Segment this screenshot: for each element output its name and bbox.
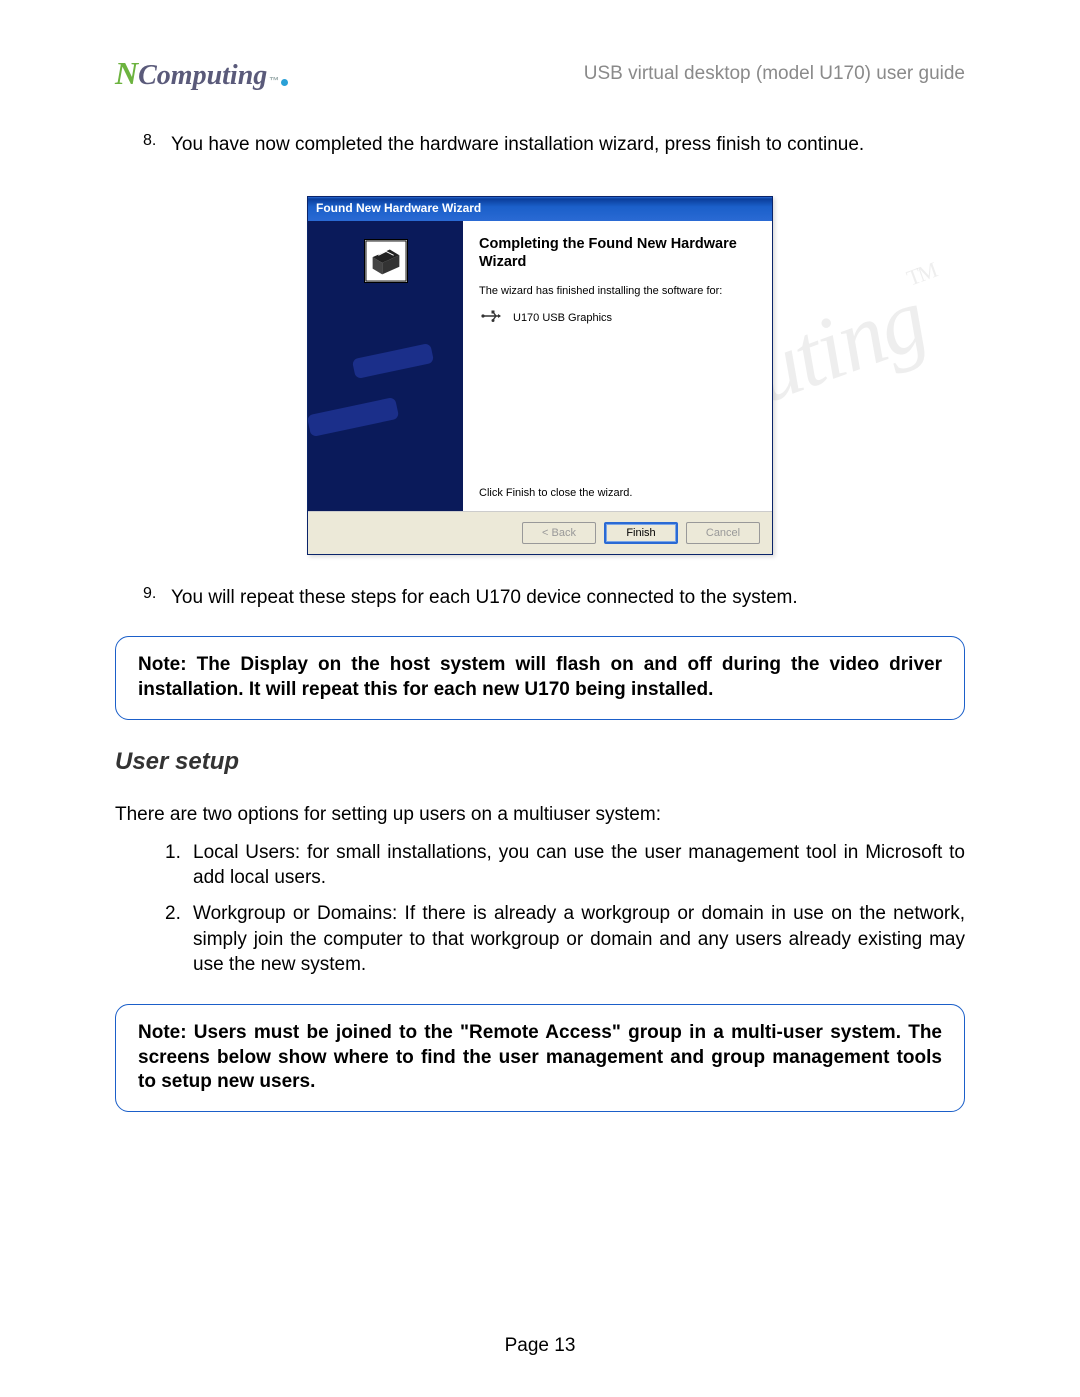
wizard-device-name: U170 USB Graphics <box>513 312 612 324</box>
step-8: 8. You have now completed the hardware i… <box>143 132 965 158</box>
doc-title: USB virtual desktop (model U170) user gu… <box>584 63 965 85</box>
option-number: 2. <box>165 901 193 978</box>
step-number: 8. <box>143 132 171 158</box>
wizard-titlebar: Found New Hardware Wizard <box>308 197 772 221</box>
logo: NComputing™ <box>115 55 288 92</box>
logo-text: Computing <box>138 60 267 92</box>
usb-icon <box>481 309 501 328</box>
option-text: Workgroup or Domains: If there is alread… <box>193 901 965 978</box>
logo-tm: ™ <box>269 76 279 87</box>
step-text: You will repeat these steps for each U17… <box>171 585 965 611</box>
option-local-users: 1. Local Users: for small installations,… <box>165 840 965 891</box>
wizard-sidebar <box>308 221 463 511</box>
wizard-close-text: Click Finish to close the wizard. <box>479 487 756 499</box>
finish-button[interactable]: Finish <box>604 522 678 544</box>
note-box-display-flash: Note: The Display on the host system wil… <box>115 636 965 719</box>
logo-letter-n: N <box>115 55 138 92</box>
wizard-heading: Completing the Found New Hardware Wizard <box>479 235 756 271</box>
wizard-subtext: The wizard has finished installing the s… <box>479 285 756 297</box>
step-9: 9. You will repeat these steps for each … <box>143 585 965 611</box>
hardware-icon <box>364 239 408 283</box>
page-header: NComputing™ USB virtual desktop (model U… <box>115 55 965 92</box>
logo-dot-icon <box>281 79 288 86</box>
page-number: Page 13 <box>0 1335 1080 1357</box>
option-number: 1. <box>165 840 193 891</box>
intro-paragraph: There are two options for setting up use… <box>115 804 965 826</box>
step-number: 9. <box>143 585 171 611</box>
hardware-wizard-dialog: Found New Hardware Wizard <box>307 196 773 555</box>
option-text: Local Users: for small installations, yo… <box>193 840 965 891</box>
cancel-button[interactable]: Cancel <box>686 522 760 544</box>
wizard-button-row: < Back Finish Cancel <box>308 511 772 554</box>
step-text: You have now completed the hardware inst… <box>171 132 965 158</box>
note-box-remote-access: Note: Users must be joined to the "Remot… <box>115 1004 965 1112</box>
back-button[interactable]: < Back <box>522 522 596 544</box>
option-workgroup-domains: 2. Workgroup or Domains: If there is alr… <box>165 901 965 978</box>
section-heading-user-setup: User setup <box>115 748 965 776</box>
